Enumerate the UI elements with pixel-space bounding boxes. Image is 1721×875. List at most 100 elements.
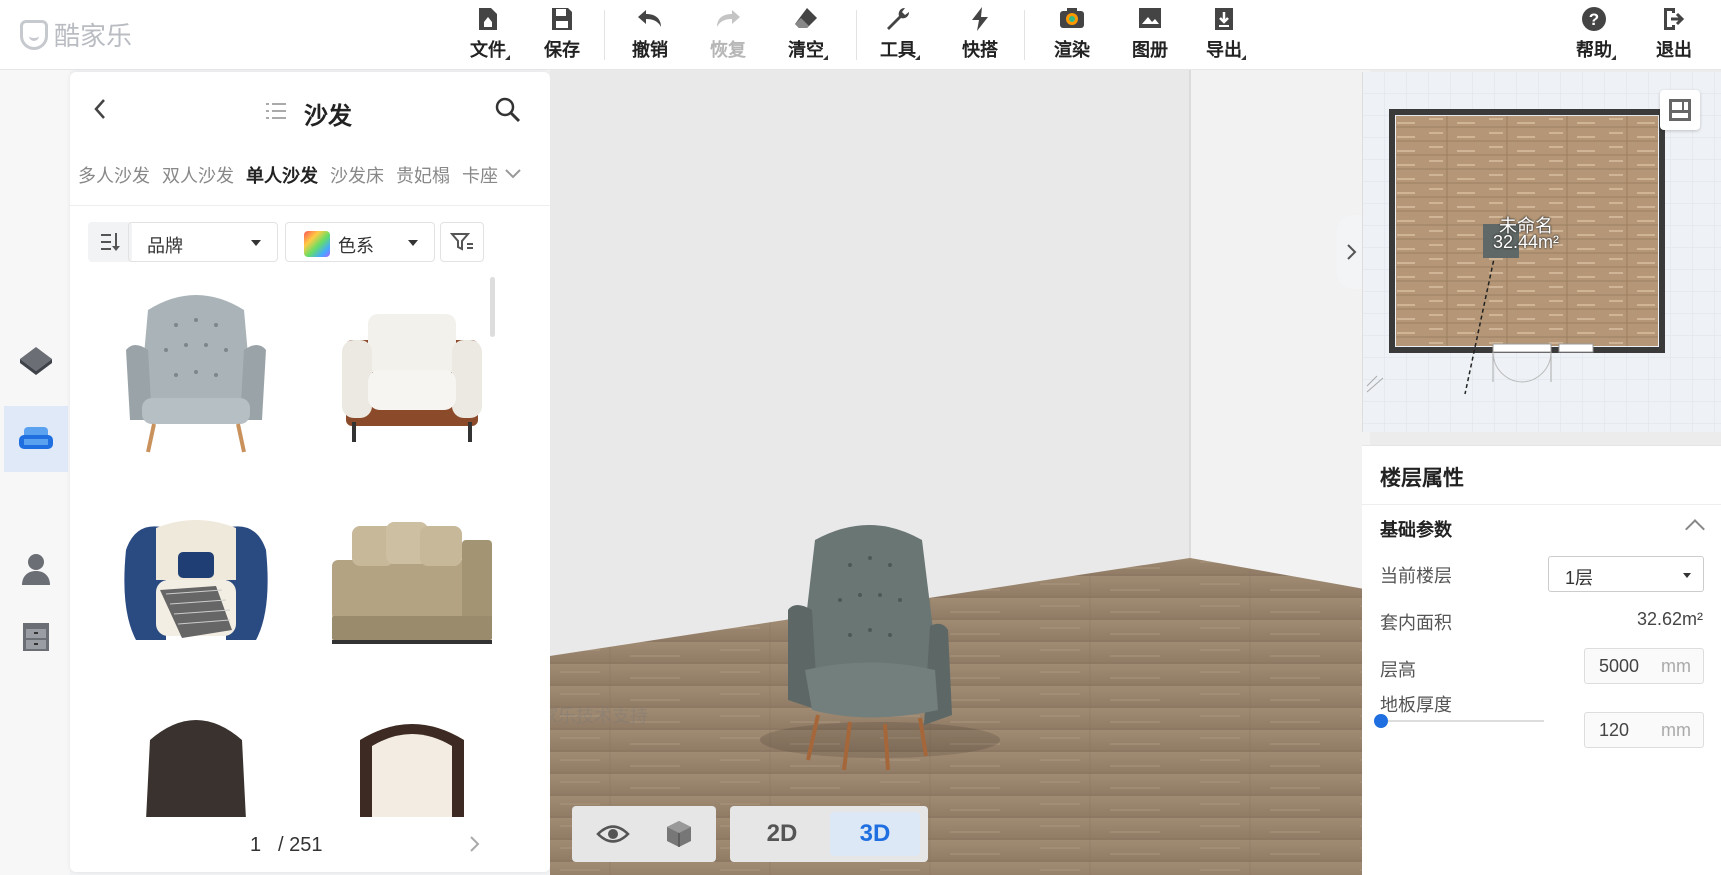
file-icon: [458, 6, 518, 36]
search-icon[interactable]: [494, 96, 522, 124]
save-button[interactable]: 保存: [532, 6, 592, 62]
caret-down-icon: [408, 240, 418, 246]
brand-dropdown-label: 品牌: [147, 236, 183, 256]
chevron-up-icon[interactable]: [1685, 519, 1705, 539]
export-icon: [1194, 6, 1254, 36]
mode-3d-button[interactable]: 3D: [830, 812, 920, 856]
rail-item-character[interactable]: [4, 536, 68, 602]
eye-icon: [596, 825, 630, 843]
white-cushion-sofa-chair-image: [342, 314, 482, 442]
current-page[interactable]: 1: [250, 834, 261, 857]
album-label: 图册: [1132, 40, 1168, 60]
floorplan-tool-button[interactable]: [1660, 90, 1700, 130]
person-icon: [22, 554, 50, 585]
properties-title: 楼层属性: [1380, 467, 1464, 490]
catalog-title: 沙发: [304, 103, 352, 130]
undo-label: 撤销: [632, 40, 668, 60]
floor-height-value: 5000: [1599, 656, 1640, 676]
help-icon: ?: [1564, 6, 1624, 36]
toolbar-separator: [1024, 10, 1025, 60]
product-card[interactable]: [96, 280, 296, 470]
help-button[interactable]: ? 帮助: [1564, 6, 1624, 62]
quick-build-button[interactable]: 快搭: [950, 6, 1010, 62]
divider: [70, 205, 550, 206]
slab-thickness-input[interactable]: 120 mm: [1584, 712, 1704, 748]
tab-chaise-lounge[interactable]: 贵妃榻: [396, 162, 450, 192]
file-dropdown-caret-icon: [505, 55, 510, 60]
back-button[interactable]: [90, 94, 120, 124]
total-pages: / 251: [278, 834, 323, 856]
save-label: 保存: [544, 40, 580, 60]
tab-two-seat-sofa[interactable]: 双人沙发: [162, 162, 234, 192]
redo-label: 恢复: [710, 40, 746, 60]
product-card[interactable]: [96, 490, 296, 680]
tab-sofa-bed[interactable]: 沙发床: [330, 162, 384, 192]
export-dropdown-caret-icon: [1241, 55, 1246, 60]
rail-item-floor[interactable]: [4, 328, 68, 394]
catalog-panel: 沙发 多人沙发 双人沙发 单人沙发 沙发床 贵妃榻 卡座 品牌 色系 1 / 2…: [70, 72, 550, 872]
lightning-icon: [950, 6, 1010, 36]
image-icon: [1120, 6, 1180, 36]
inner-area-label: 套内面积: [1380, 613, 1452, 633]
sort-button[interactable]: [88, 222, 132, 262]
export-button[interactable]: 导出: [1194, 6, 1254, 62]
inner-area-value: 32.62m²: [1636, 609, 1703, 629]
chevron-right-icon: [470, 836, 480, 852]
3d-object-button[interactable]: [656, 814, 702, 854]
rail-item-cabinet[interactable]: [4, 604, 68, 670]
tab-single-sofa[interactable]: 单人沙发: [246, 162, 318, 192]
wood-frame-armchair-image: [360, 724, 464, 817]
logout-label: 退出: [1656, 40, 1692, 60]
product-card[interactable]: [312, 700, 512, 817]
logo-text: 酷家乐: [54, 21, 133, 51]
floor-height-unit: mm: [1661, 656, 1691, 676]
undo-button[interactable]: 撤销: [620, 6, 680, 62]
floorplan-icon: [1669, 99, 1691, 121]
product-card[interactable]: [96, 700, 296, 817]
floor-height-label: 层高: [1380, 660, 1416, 680]
logout-icon: [1644, 6, 1704, 36]
watermark: 酷家乐技术支持: [550, 706, 648, 726]
brand-dropdown[interactable]: 品牌: [128, 222, 278, 262]
mode-2d-button[interactable]: 2D: [738, 812, 826, 856]
product-card[interactable]: [312, 490, 512, 680]
tab-multi-seat-sofa[interactable]: 多人沙发: [78, 162, 150, 192]
visibility-button[interactable]: [590, 814, 636, 854]
list-icon: [266, 103, 286, 119]
slab-thickness-slider-thumb[interactable]: [1374, 714, 1388, 728]
rail-item-sofa[interactable]: [4, 406, 68, 472]
next-page-button[interactable]: [468, 834, 482, 860]
svg-text:?: ?: [1589, 10, 1599, 29]
khaki-modular-sofa-image: [332, 522, 492, 644]
help-label: 帮助: [1576, 40, 1612, 60]
render-label: 渲染: [1054, 40, 1090, 60]
slab-thickness-unit: mm: [1661, 720, 1691, 740]
clear-button[interactable]: 清空: [776, 6, 836, 62]
sort-icon: [101, 233, 120, 251]
chevron-down-icon[interactable]: [502, 164, 524, 184]
product-card[interactable]: [312, 280, 512, 470]
tab-booth-seat[interactable]: 卡座: [462, 162, 498, 192]
file-button[interactable]: 文件: [458, 6, 518, 62]
chevron-right-icon: [1347, 244, 1357, 260]
tools-button[interactable]: 工具: [868, 6, 928, 62]
logout-button[interactable]: 退出: [1644, 6, 1704, 62]
catalog-header: 沙发: [70, 72, 550, 148]
redo-button[interactable]: 恢复: [698, 6, 758, 62]
navy-quilted-armchair-image: [124, 520, 268, 640]
color-dropdown[interactable]: 色系: [285, 222, 435, 262]
filter-button[interactable]: [440, 222, 484, 262]
album-button[interactable]: 图册: [1120, 6, 1180, 62]
render-button[interactable]: 渲染: [1042, 6, 1102, 62]
color-swatch-icon: [304, 231, 330, 257]
slab-thickness-slider-track[interactable]: [1382, 720, 1544, 722]
floor-height-input[interactable]: 5000 mm: [1584, 648, 1704, 684]
tools-label: 工具: [880, 40, 916, 60]
current-floor-select[interactable]: 1层: [1548, 556, 1704, 592]
category-rail: [0, 70, 70, 875]
app-logo: 酷家乐: [20, 16, 132, 53]
save-icon: [532, 6, 592, 36]
redo-icon: [698, 6, 758, 36]
wrench-icon: [868, 6, 928, 36]
floor-plane-icon: [20, 347, 52, 375]
